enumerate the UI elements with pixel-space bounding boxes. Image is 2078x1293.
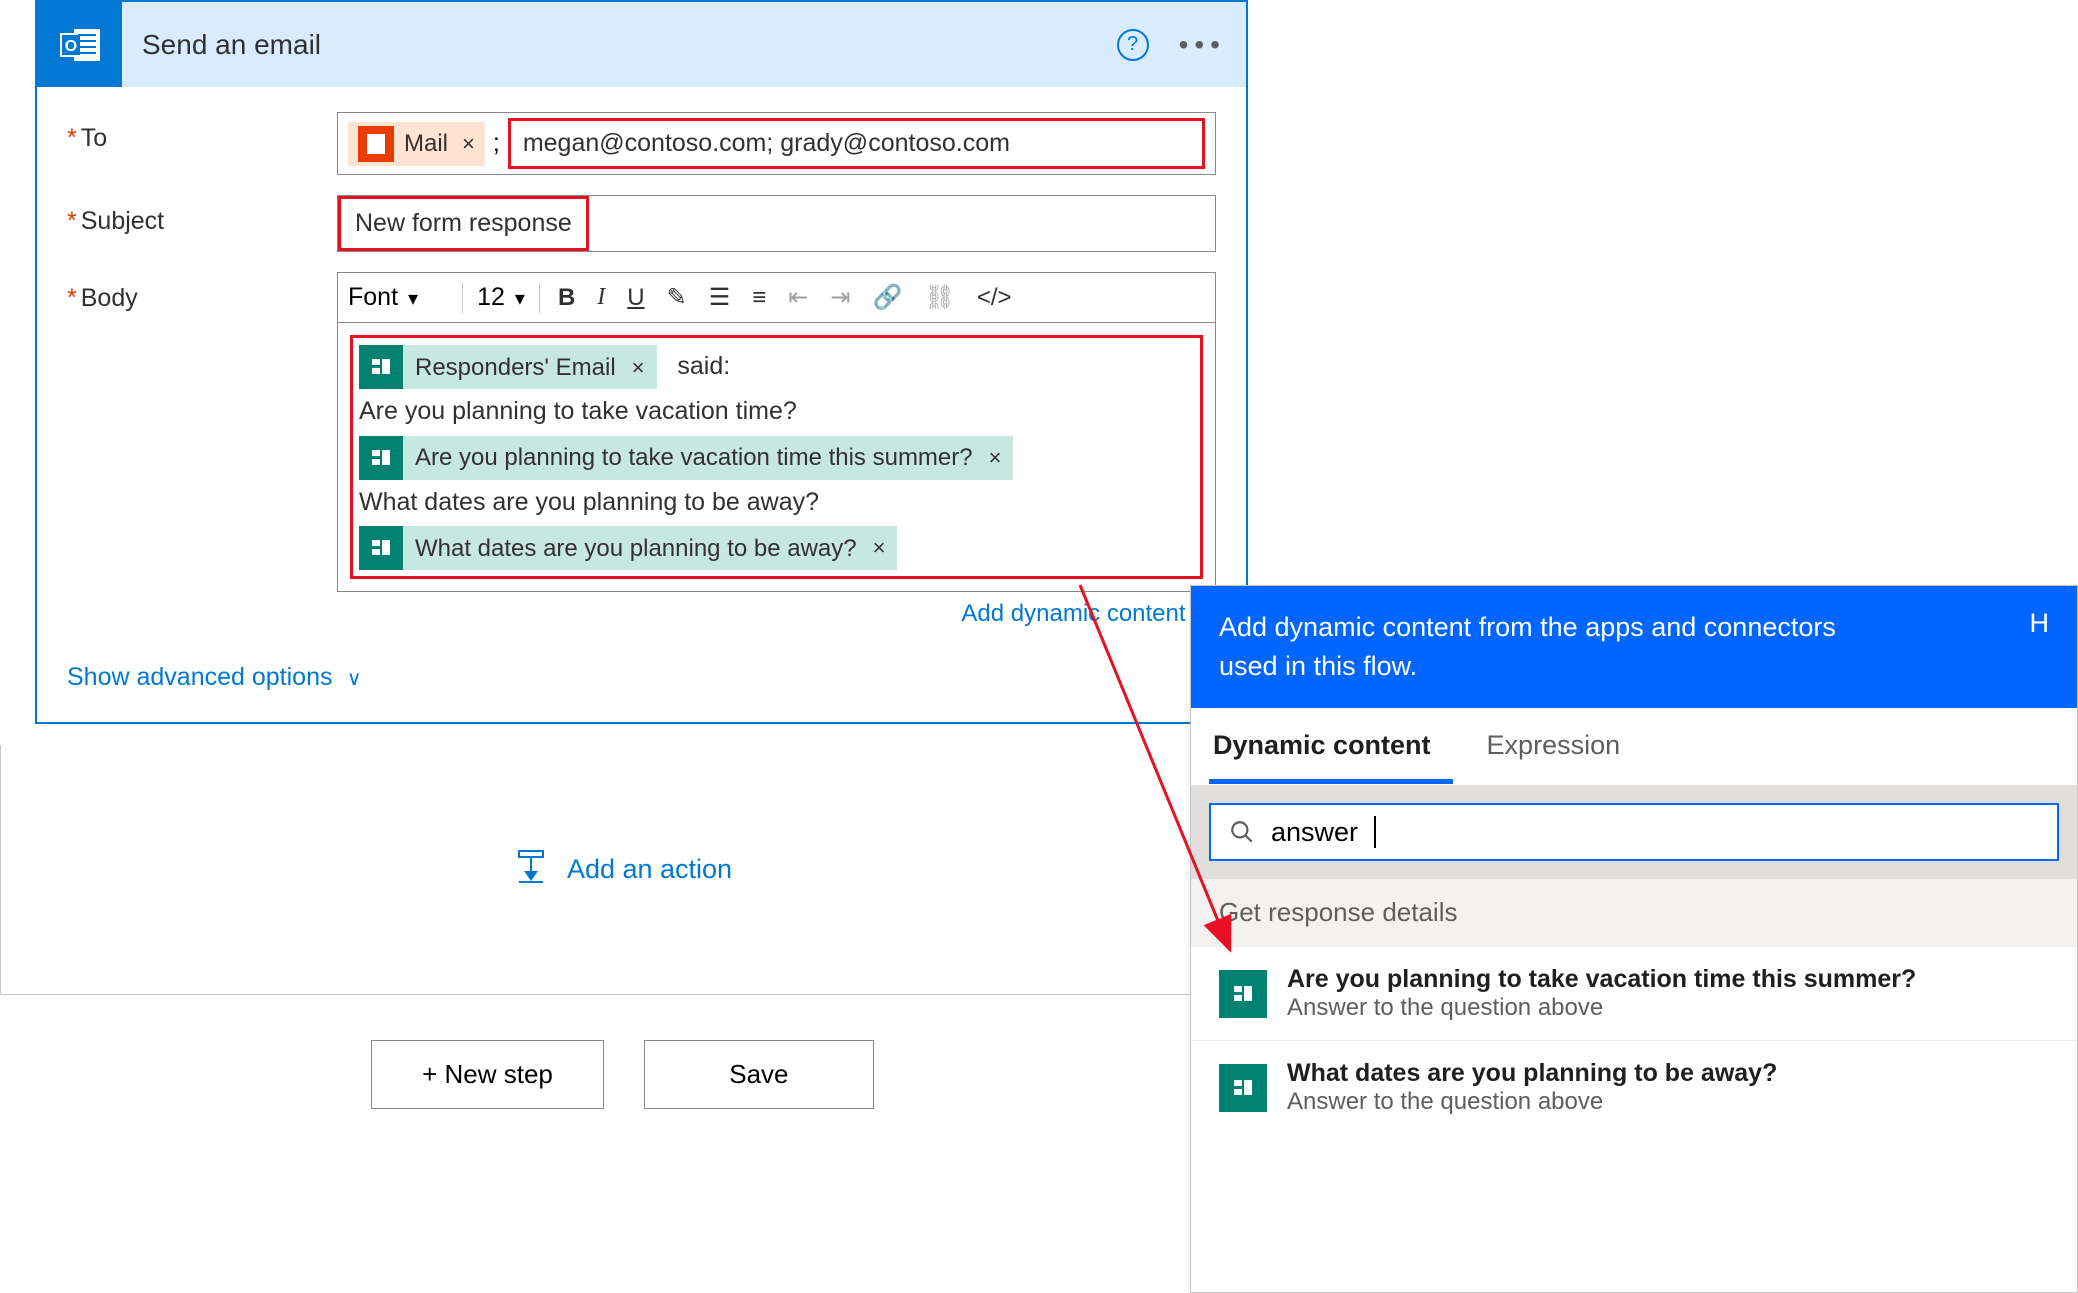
subject-input[interactable]: New form response: [337, 195, 1216, 252]
unlink-button[interactable]: ⛓: [920, 283, 958, 312]
to-label: *To: [67, 112, 337, 153]
dates-question-token[interactable]: What dates are you planning to be away? …: [359, 526, 897, 570]
dc-header-text: Add dynamic content from the apps and co…: [1219, 608, 1879, 686]
save-button[interactable]: Save: [644, 1040, 874, 1109]
bullets-button[interactable]: ☰: [705, 283, 735, 312]
remove-token-icon[interactable]: ×: [873, 528, 886, 568]
forms-icon: [359, 436, 403, 480]
chevron-down-icon: ∨: [347, 668, 362, 690]
body-text-said: said:: [677, 352, 730, 380]
outlook-icon: O: [37, 2, 122, 87]
to-row: *To Mail × ; megan@contoso.com; grady@co…: [67, 112, 1216, 175]
body-editor[interactable]: Responders' Email × said: Are you planni…: [337, 322, 1216, 592]
dc-search-value: answer: [1271, 817, 1358, 848]
rte-toolbar: Font 12 B I U ✎ ☰ ≡ ⇤ ⇥ 🔗 ⛓: [337, 272, 1216, 322]
mail-token[interactable]: Mail ×: [348, 122, 485, 166]
font-select[interactable]: Font: [348, 283, 448, 312]
remove-token-icon[interactable]: ×: [989, 438, 1002, 478]
dc-header: Add dynamic content from the apps and co…: [1191, 586, 2077, 708]
search-icon: [1229, 819, 1255, 845]
mail-token-label: Mail: [404, 130, 448, 158]
dc-section-header: Get response details: [1191, 879, 2077, 946]
underline-button[interactable]: U: [623, 284, 648, 312]
link-button[interactable]: 🔗: [868, 283, 906, 312]
card-header: O Send an email ? •••: [37, 2, 1246, 87]
office-icon: [358, 126, 394, 162]
dc-item-title: Are you planning to take vacation time t…: [1287, 965, 1916, 994]
forms-icon: [359, 526, 403, 570]
to-value[interactable]: megan@contoso.com; grady@contoso.com: [523, 129, 1010, 157]
body-text-line2: Are you planning to take vacation time?: [359, 397, 797, 425]
highlight-button[interactable]: ✎: [663, 283, 691, 312]
more-menu-icon[interactable]: •••: [1179, 29, 1226, 61]
dc-tabs: Dynamic content Expression: [1191, 708, 2077, 785]
vacation-question-token[interactable]: Are you planning to take vacation time t…: [359, 436, 1013, 480]
help-icon[interactable]: ?: [1117, 29, 1149, 61]
card-title: Send an email: [142, 29, 1117, 61]
card-body: *To Mail × ; megan@contoso.com; grady@co…: [37, 87, 1246, 722]
tab-dynamic-content[interactable]: Dynamic content: [1209, 708, 1453, 784]
dc-item-sub: Answer to the question above: [1287, 994, 1916, 1022]
forms-icon: [1219, 970, 1267, 1018]
dc-item-sub: Answer to the question above: [1287, 1088, 1777, 1116]
font-size-select[interactable]: 12: [477, 283, 525, 312]
to-input[interactable]: Mail × ; megan@contoso.com; grady@contos…: [337, 112, 1216, 175]
bold-button[interactable]: B: [554, 284, 579, 312]
subject-label: *Subject: [67, 195, 337, 236]
dc-item-title: What dates are you planning to be away?: [1287, 1059, 1777, 1088]
remove-token-icon[interactable]: ×: [632, 348, 645, 388]
responders-email-token[interactable]: Responders' Email ×: [359, 345, 657, 389]
send-email-card: O Send an email ? ••• *To Mail × ;: [35, 0, 1248, 724]
italic-button[interactable]: I: [593, 284, 609, 311]
add-action-link[interactable]: Add an action: [567, 854, 732, 885]
dc-item-dates[interactable]: What dates are you planning to be away? …: [1191, 1040, 2077, 1134]
forms-icon: [359, 345, 403, 389]
numbered-button[interactable]: ≡: [748, 284, 770, 312]
add-action-icon: [513, 849, 549, 890]
tab-expression[interactable]: Expression: [1483, 708, 1643, 784]
remove-token-icon[interactable]: ×: [462, 131, 475, 157]
subject-value[interactable]: New form response: [355, 209, 572, 237]
add-dynamic-content-link[interactable]: Add dynamic content: [961, 600, 1185, 627]
show-advanced-options-link[interactable]: Show advanced options: [67, 663, 332, 691]
subject-row: *Subject New form response: [67, 195, 1216, 252]
forms-icon: [1219, 1064, 1267, 1112]
text-cursor: [1374, 816, 1376, 848]
indent-button[interactable]: ⇥: [826, 283, 854, 312]
body-row: *Body Font 12 B I U ✎ ☰ ≡: [67, 272, 1216, 628]
code-view-button[interactable]: </>: [973, 284, 1016, 312]
dc-search-input[interactable]: answer: [1209, 803, 2059, 861]
body-text-line3: What dates are you planning to be away?: [359, 488, 819, 516]
dynamic-content-panel: Add dynamic content from the apps and co…: [1190, 585, 2078, 1293]
dc-item-vacation[interactable]: Are you planning to take vacation time t…: [1191, 946, 2077, 1040]
svg-text:O: O: [64, 38, 76, 55]
body-label: *Body: [67, 272, 337, 313]
new-step-button[interactable]: + New step: [371, 1040, 604, 1109]
outdent-button[interactable]: ⇤: [784, 283, 812, 312]
bottom-buttons: + New step Save: [0, 1040, 1245, 1109]
dc-hide-link[interactable]: H: [2030, 608, 2050, 639]
action-container: Add an action: [0, 745, 1245, 995]
